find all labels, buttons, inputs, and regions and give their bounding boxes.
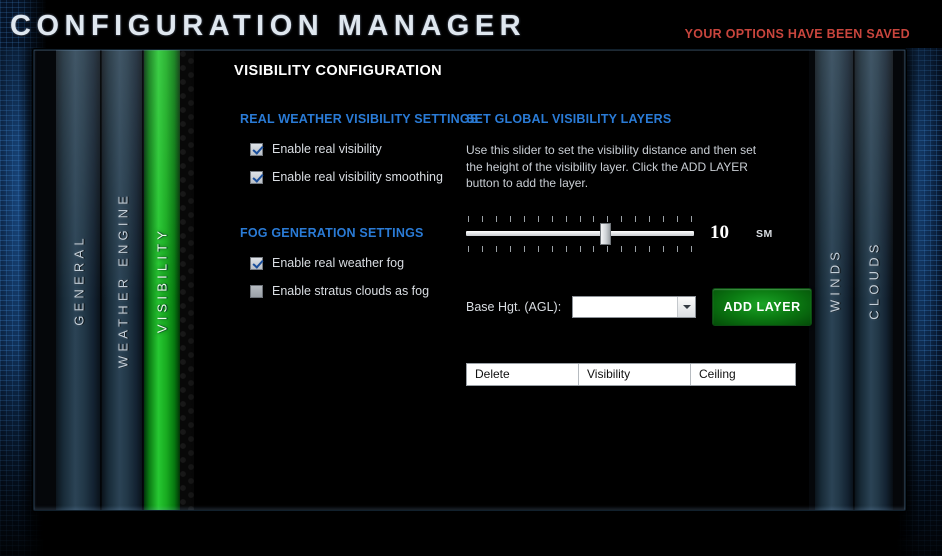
- slider-tick: [649, 245, 651, 252]
- slider-tick: [691, 245, 692, 252]
- slider-value-readout: 10: [710, 221, 729, 243]
- slider-tick: [481, 245, 483, 252]
- slider-tick: [468, 245, 469, 252]
- base-height-label: Base Hgt. (AGL):: [466, 300, 562, 314]
- slider-tick: [537, 215, 539, 222]
- slider-tick: [663, 245, 665, 252]
- checkbox-label-enable-real-visibility: Enable real visibility: [272, 142, 382, 156]
- slider-tick: [677, 245, 679, 252]
- slider-tick: [593, 245, 595, 252]
- checkbox-label-enable-real-weather-fog: Enable real weather fog: [272, 256, 405, 270]
- sidebar-item-clouds[interactable]: CLOUDS: [855, 50, 893, 510]
- slider-tick: [495, 215, 497, 222]
- slider-tick: [551, 215, 553, 222]
- checkbox-row-enable-stratus-clouds-as-fog[interactable]: Enable stratus clouds as fog: [250, 284, 480, 298]
- right-settings-column: SET GLOBAL VISIBILITY LAYERS Use this sl…: [466, 112, 826, 252]
- main-panel: GENERAL WEATHER ENGINE VISIBILITY WINDS …: [33, 49, 906, 511]
- status-badge: YOUR OPTIONS HAVE BEEN SAVED: [684, 27, 910, 41]
- slider-tick: [677, 215, 679, 222]
- slider-tick: [635, 245, 637, 252]
- slider-tick: [509, 215, 511, 222]
- layers-table: Delete Visibility Ceiling: [466, 363, 796, 386]
- page-title: VISIBILITY CONFIGURATION: [234, 63, 443, 79]
- slider-tick: [523, 215, 525, 222]
- sidebar-item-general[interactable]: GENERAL: [56, 50, 102, 510]
- title-bar: CONFIGURATION MANAGER YOUR OPTIONS HAVE …: [0, 0, 942, 48]
- checkbox-row-enable-real-visibility[interactable]: Enable real visibility: [250, 142, 480, 156]
- content-area: VISIBILITY CONFIGURATION REAL WEATHER VI…: [194, 50, 813, 510]
- slider-tick: [537, 245, 539, 252]
- chevron-down-icon[interactable]: [677, 297, 696, 317]
- slider-tick: [607, 245, 609, 252]
- slider-tick: [635, 215, 637, 222]
- column-header-visibility[interactable]: Visibility: [579, 364, 691, 385]
- slider-tick: [579, 215, 581, 222]
- sidebar-item-weather-engine[interactable]: WEATHER ENGINE: [102, 50, 144, 510]
- slider-ticks-top: [468, 215, 692, 222]
- slider-tick: [509, 245, 511, 252]
- checkbox-row-enable-real-visibility-smoothing[interactable]: Enable real visibility smoothing: [250, 170, 480, 184]
- slider-tick: [468, 215, 469, 222]
- slider-tick: [593, 215, 595, 222]
- slider-tick: [565, 215, 567, 222]
- slider-tick: [621, 215, 623, 222]
- slider-tick: [495, 245, 497, 252]
- section-heading-fog-generation: FOG GENERATION SETTINGS: [240, 226, 424, 240]
- column-header-ceiling[interactable]: Ceiling: [691, 364, 795, 385]
- slider-tick: [579, 245, 581, 252]
- app-title: CONFIGURATION MANAGER: [10, 10, 527, 42]
- sidebar-item-label-winds: WINDS: [827, 247, 843, 313]
- base-height-row: Base Hgt. (AGL): ADD LAYER: [466, 288, 813, 326]
- checkbox-enable-real-weather-fog[interactable]: [250, 256, 263, 270]
- checkbox-row-enable-real-weather-fog[interactable]: Enable real weather fog: [250, 256, 480, 270]
- slider-track[interactable]: [466, 230, 694, 236]
- checkbox-enable-real-visibility[interactable]: [250, 142, 263, 156]
- checkbox-label-enable-stratus-clouds-as-fog: Enable stratus clouds as fog: [272, 284, 430, 298]
- slider-ticks-bottom: [468, 245, 692, 252]
- base-height-select[interactable]: [572, 296, 697, 318]
- slider-tick: [607, 215, 609, 222]
- configuration-manager-window: CONFIGURATION MANAGER YOUR OPTIONS HAVE …: [0, 0, 942, 556]
- sidebar-item-label-clouds: CLOUDS: [866, 240, 882, 320]
- slider-tick: [663, 215, 665, 222]
- sidebar-item-label-visibility: VISIBILITY: [154, 226, 170, 334]
- slider-tick: [565, 245, 567, 252]
- checkbox-label-enable-real-visibility-smoothing: Enable real visibility smoothing: [272, 170, 443, 184]
- slider-unit-label: SM: [756, 227, 773, 240]
- slider-tick: [523, 245, 525, 252]
- slider-tick: [649, 215, 651, 222]
- slider-tick: [481, 215, 483, 222]
- sidebar-item-label-general: GENERAL: [71, 234, 87, 326]
- section-heading-real-weather-visibility: REAL WEATHER VISIBILITY SETTINGS: [240, 112, 479, 126]
- slider-thumb[interactable]: [600, 222, 612, 245]
- sidebar-item-visibility[interactable]: VISIBILITY: [144, 50, 180, 510]
- help-text: Use this slider to set the visibility di…: [466, 143, 757, 190]
- add-layer-button[interactable]: ADD LAYER: [712, 288, 813, 326]
- slider-tick: [551, 245, 553, 252]
- left-settings-column: REAL WEATHER VISIBILITY SETTINGS Enable …: [240, 112, 480, 312]
- slider-tick: [691, 215, 692, 222]
- sidebar-item-label-weather-engine: WEATHER ENGINE: [115, 191, 131, 369]
- column-header-delete[interactable]: Delete: [467, 364, 579, 385]
- slider-tick: [621, 245, 623, 252]
- table-header-row: Delete Visibility Ceiling: [467, 364, 795, 385]
- section-heading-global-visibility-layers: SET GLOBAL VISIBILITY LAYERS: [466, 112, 672, 126]
- checkbox-enable-stratus-clouds-as-fog[interactable]: [250, 284, 263, 298]
- checkbox-enable-real-visibility-smoothing[interactable]: [250, 170, 263, 184]
- visibility-distance-slider[interactable]: 10 SM: [466, 215, 772, 252]
